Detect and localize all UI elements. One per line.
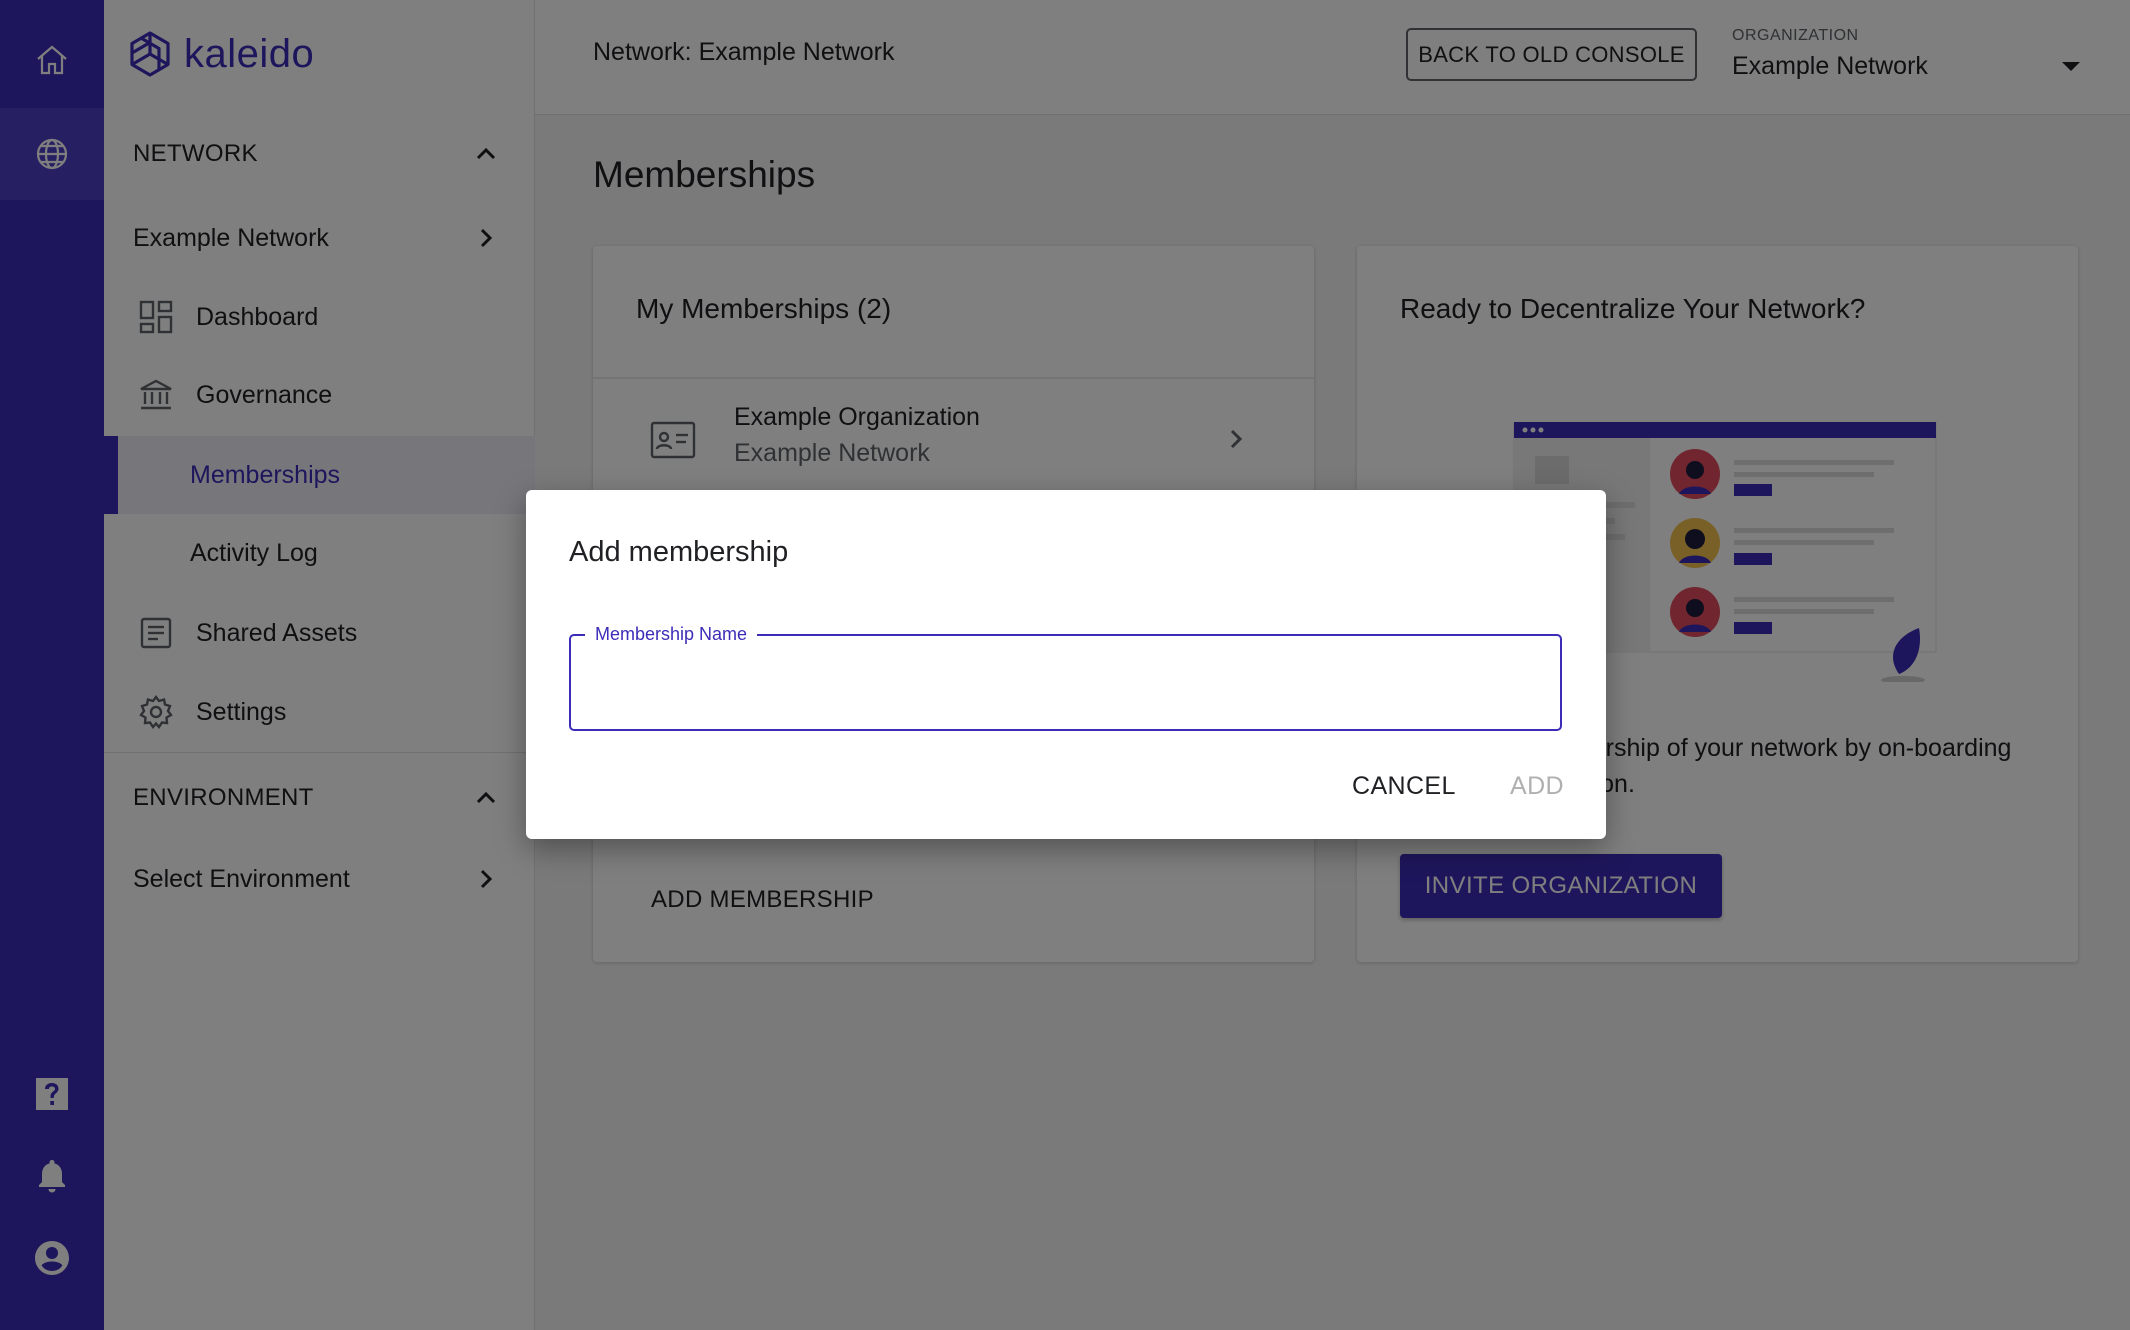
membership-name-label: Membership Name [585, 624, 758, 645]
membership-name-field: Membership Name [569, 624, 1562, 731]
add-membership-dialog: Add membership Membership Name CANCEL AD… [526, 490, 1606, 839]
cancel-button[interactable]: CANCEL [1352, 772, 1456, 801]
membership-name-input[interactable] [571, 636, 1560, 729]
add-button[interactable]: ADD [1510, 772, 1564, 801]
dialog-title: Add membership [569, 536, 789, 568]
